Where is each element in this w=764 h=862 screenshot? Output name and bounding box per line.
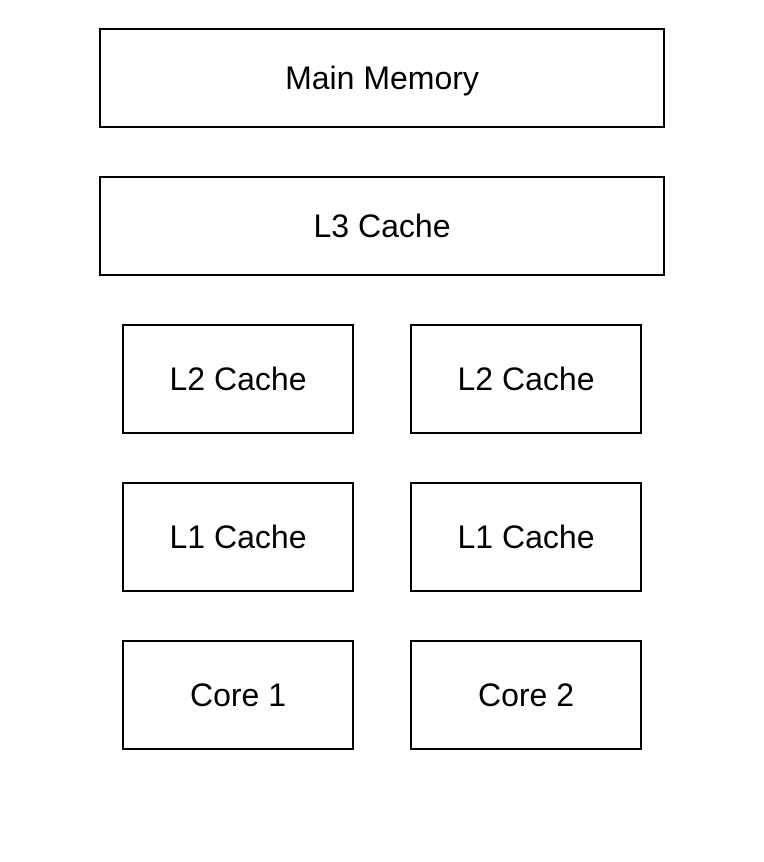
main-memory-label: Main Memory xyxy=(285,60,479,97)
main-memory-box: Main Memory xyxy=(99,28,665,128)
l2-cache-left-box: L2 Cache xyxy=(122,324,354,434)
core-2-label: Core 2 xyxy=(478,677,574,714)
l1-cache-right-box: L1 Cache xyxy=(410,482,642,592)
core-2-box: Core 2 xyxy=(410,640,642,750)
l1-row: L1 Cache L1 Cache xyxy=(122,482,642,592)
l1-cache-left-label: L1 Cache xyxy=(170,519,307,556)
core-1-label: Core 1 xyxy=(190,677,286,714)
l2-cache-right-box: L2 Cache xyxy=(410,324,642,434)
l2-cache-right-label: L2 Cache xyxy=(458,361,595,398)
l2-row: L2 Cache L2 Cache xyxy=(122,324,642,434)
core-row: Core 1 Core 2 xyxy=(122,640,642,750)
l3-cache-label: L3 Cache xyxy=(314,208,451,245)
l2-cache-left-label: L2 Cache xyxy=(170,361,307,398)
core-1-box: Core 1 xyxy=(122,640,354,750)
l1-cache-right-label: L1 Cache xyxy=(458,519,595,556)
l3-cache-box: L3 Cache xyxy=(99,176,665,276)
memory-hierarchy-diagram: Main Memory L3 Cache L2 Cache L2 Cache L… xyxy=(0,28,764,750)
l1-cache-left-box: L1 Cache xyxy=(122,482,354,592)
